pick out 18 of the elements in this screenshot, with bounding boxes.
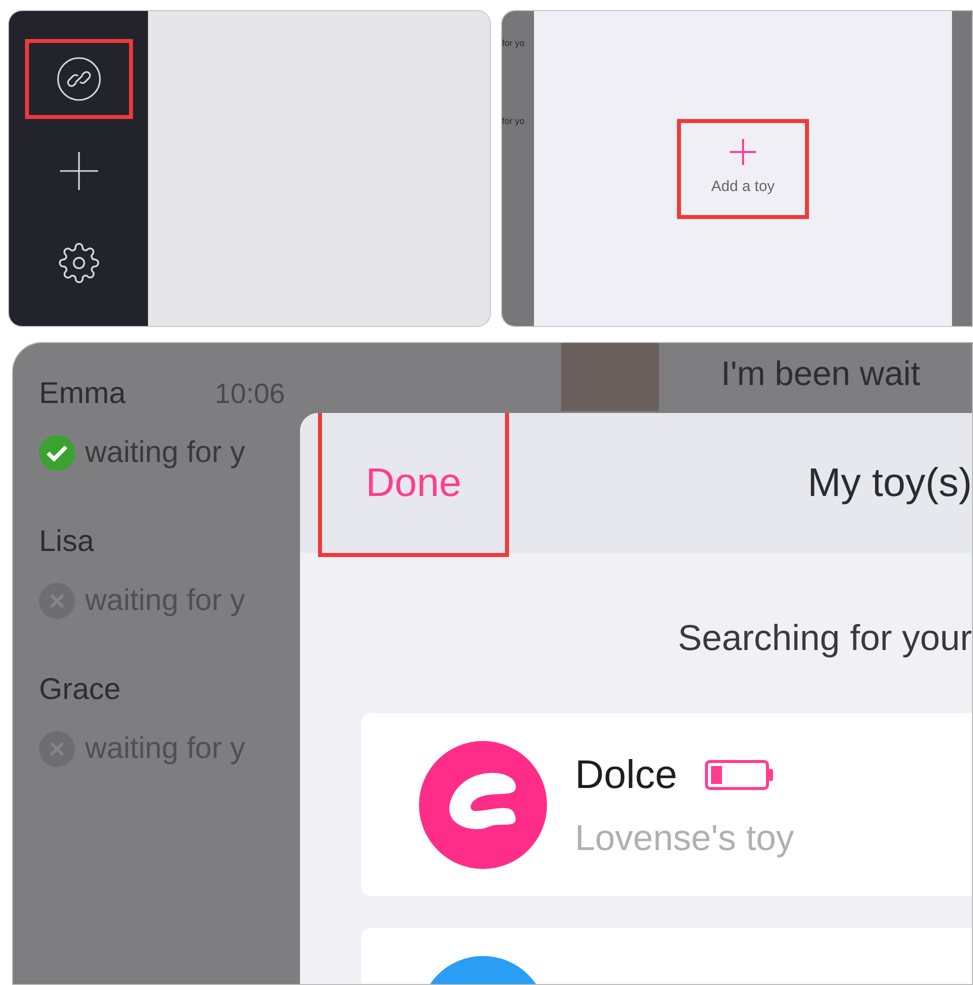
plus-icon xyxy=(729,138,757,166)
faded-text: for yo xyxy=(502,37,526,50)
chat-message: I'm been wait xyxy=(721,354,920,395)
add-toy-button[interactable]: Add a toy xyxy=(681,122,805,214)
contact-name: Grace xyxy=(39,672,121,708)
toy-name: Dolce xyxy=(575,752,678,798)
dialog-title: My toy(s) xyxy=(808,460,972,507)
plus-icon xyxy=(58,151,98,191)
contact-name: Emma xyxy=(39,376,126,412)
contact-name: Lisa xyxy=(39,524,94,560)
link-icon xyxy=(56,56,102,102)
toy-subtitle: Lovense's toy xyxy=(575,816,794,860)
status-text: waiting for y xyxy=(85,435,246,471)
battery-icon xyxy=(705,760,774,790)
searching-text: Searching for your xyxy=(678,616,972,660)
toy-card[interactable]: Dolce Lovense's toy xyxy=(361,713,972,896)
faded-text: for yo xyxy=(502,114,526,128)
settings-icon xyxy=(58,242,100,284)
